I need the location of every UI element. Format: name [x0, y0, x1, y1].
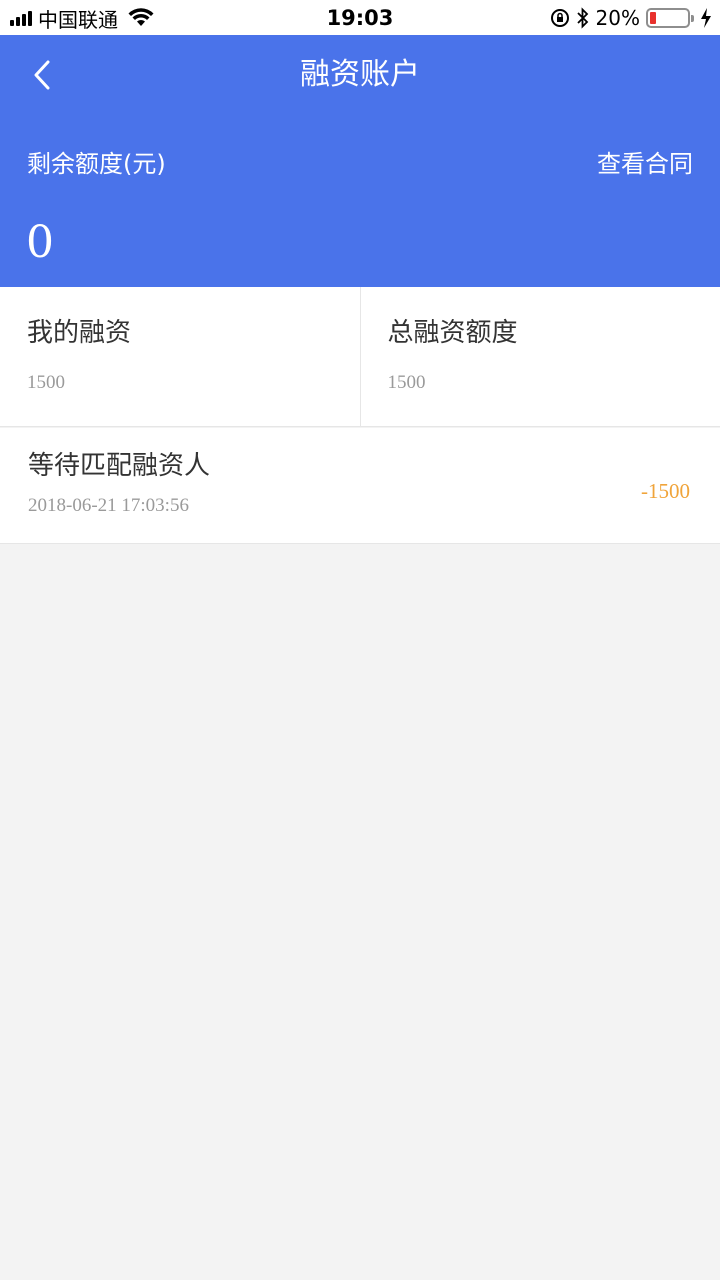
- bluetooth-icon: [576, 7, 588, 29]
- remaining-label: 剩余额度(元): [27, 150, 166, 178]
- battery-percent: 20%: [595, 6, 640, 30]
- list-item[interactable]: 等待匹配融资人 2018-06-21 17:03:56 -1500: [0, 428, 720, 544]
- status-right: 20%: [550, 4, 712, 32]
- stat-value: 1500: [387, 372, 426, 393]
- record-amount: -1500: [641, 479, 690, 503]
- orientation-lock-icon: [550, 9, 569, 27]
- remaining-amount: 0: [26, 217, 54, 268]
- stat-value: 1500: [27, 372, 65, 393]
- page-title: 融资账户: [300, 57, 420, 92]
- status-bar: 中国联通 19:03 20%: [0, 0, 720, 35]
- record-time: 2018-06-21 17:03:56: [28, 495, 189, 516]
- charging-icon: [701, 8, 711, 28]
- my-financing-stat: 我的融资 1500: [0, 287, 360, 426]
- stat-label: 我的融资: [27, 318, 132, 348]
- financing-stats: 我的融资 1500 总融资额度 1500: [0, 287, 720, 427]
- record-title: 等待匹配融资人: [28, 451, 211, 481]
- total-financing-limit-stat: 总融资额度 1500: [359, 287, 720, 426]
- battery-icon: [646, 8, 694, 28]
- view-contract-link[interactable]: 查看合同: [597, 147, 693, 181]
- account-header: 融资账户 剩余额度(元) 查看合同 0: [0, 35, 720, 287]
- stat-label: 总融资额度: [387, 318, 518, 348]
